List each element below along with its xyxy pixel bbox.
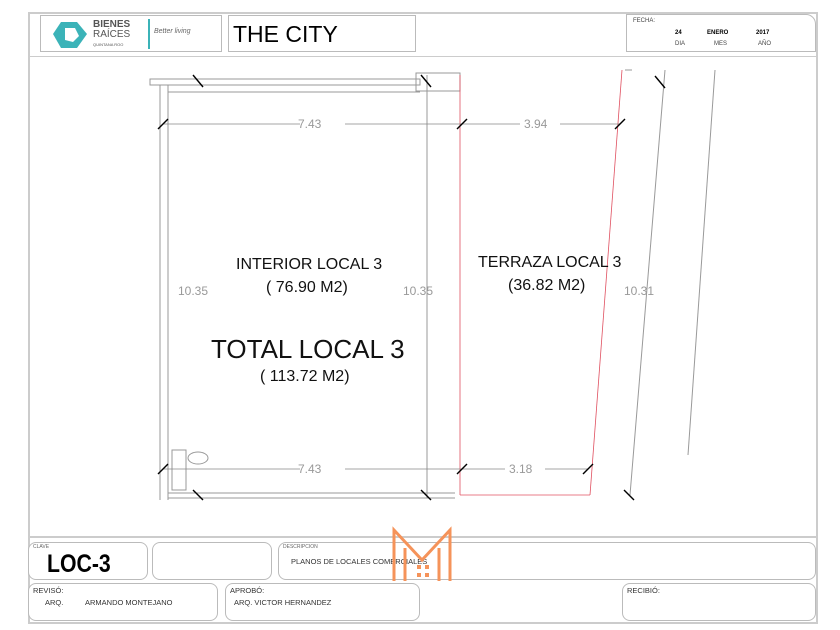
dim-left: 10.35 bbox=[178, 284, 209, 298]
recibio-label: RECIBIÓ: bbox=[627, 586, 660, 595]
descripcion-value: PLANOS DE LOCALES COMERCIALES bbox=[291, 557, 428, 566]
aprobo-name: ARQ. VICTOR HERNANDEZ bbox=[234, 598, 332, 607]
dim-middle: 10.35 bbox=[403, 284, 434, 298]
reviso-box: REVISÓ: ARQ. ARMANDO MONTEJANO bbox=[28, 583, 218, 621]
sidewalk-line bbox=[629, 69, 666, 496]
recibio-box: RECIBIÓ: bbox=[622, 583, 816, 621]
bathroom-fixture bbox=[171, 449, 187, 491]
terraza-area: (36.82 M2) bbox=[508, 277, 586, 294]
dim-top-terraza: 3.94 bbox=[524, 117, 548, 131]
descripcion-box: DESCRIPCION PLANOS DE LOCALES COMERCIALE… bbox=[278, 542, 816, 580]
footer-rule bbox=[28, 536, 818, 538]
top-wall bbox=[149, 78, 421, 86]
dim-bottom-terraza: 3.18 bbox=[509, 462, 533, 476]
reviso-label: REVISÓ: bbox=[33, 586, 64, 595]
terraza-label: TERRAZA LOCAL 3 bbox=[478, 254, 622, 271]
total-label: TOTAL LOCAL 3 bbox=[211, 334, 405, 364]
sidewalk-line bbox=[687, 69, 716, 456]
reviso-name: ARMANDO MONTEJANO bbox=[85, 598, 173, 607]
clave-value: LOC-3 bbox=[47, 550, 111, 578]
clave-box: CLAVE LOC-3 bbox=[28, 542, 148, 580]
interior-area: ( 76.90 M2) bbox=[266, 279, 348, 296]
aprobo-label: APROBÓ: bbox=[230, 586, 265, 595]
blank-box bbox=[152, 542, 272, 580]
total-area: ( 113.72 M2) bbox=[260, 368, 350, 385]
reviso-title: ARQ. bbox=[45, 598, 64, 607]
descripcion-label: DESCRIPCION bbox=[283, 544, 318, 550]
terraza-right-line bbox=[589, 69, 623, 496]
dim-right: 10.31 bbox=[624, 284, 655, 298]
dim-bottom-interior: 7.43 bbox=[298, 462, 322, 476]
dim-top-interior: 7.43 bbox=[298, 117, 322, 131]
aprobo-box: APROBÓ: ARQ. VICTOR HERNANDEZ bbox=[225, 583, 420, 621]
interior-label: INTERIOR LOCAL 3 bbox=[236, 256, 383, 273]
